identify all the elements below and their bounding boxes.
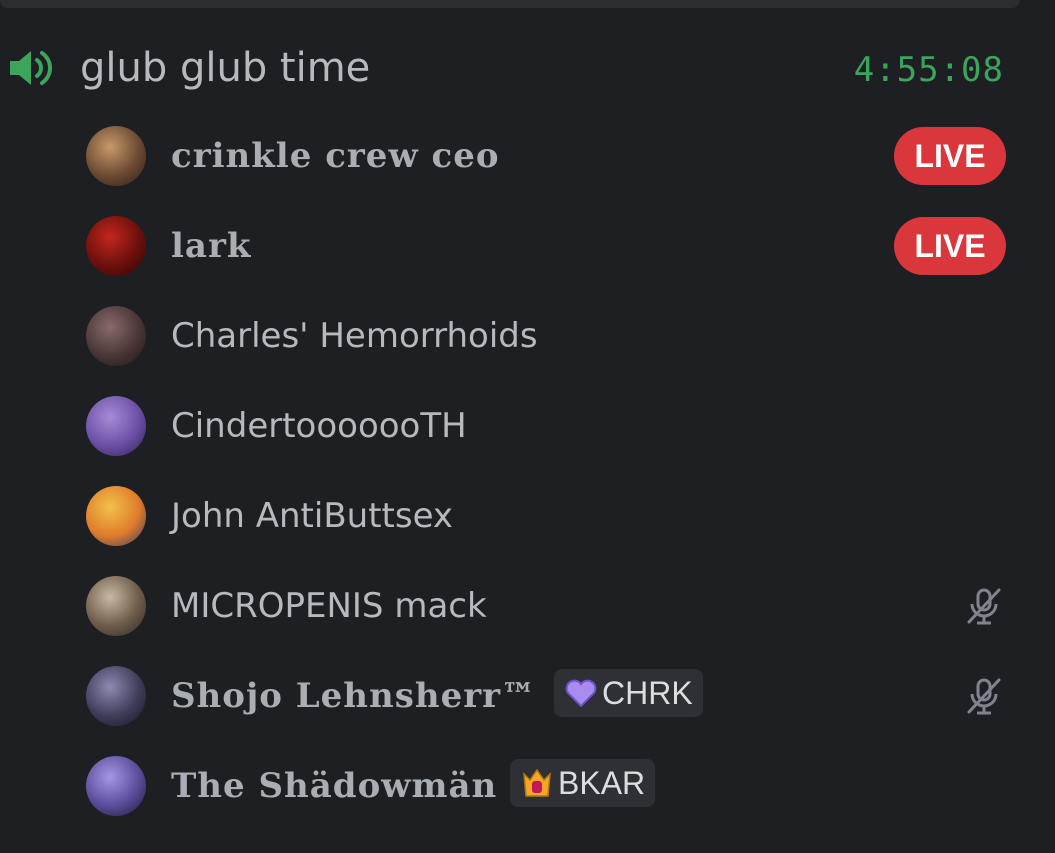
- guild-tag-label: CHRK: [602, 674, 693, 711]
- member-name: John AntiButtsex: [171, 496, 454, 536]
- member-name: Charles' Hemorrhoids: [171, 316, 538, 356]
- avatar[interactable]: [86, 216, 146, 276]
- mic-muted-icon: [967, 588, 1001, 625]
- live-badge[interactable]: LIVE: [894, 127, 1006, 185]
- avatar[interactable]: [86, 486, 146, 546]
- crown-gem-icon: [523, 768, 551, 797]
- voice-channel-header[interactable]: glub glub time 4:55:08: [0, 38, 1010, 98]
- avatar[interactable]: [86, 756, 146, 816]
- top-panel-edge: [0, 0, 1020, 8]
- speaker-icon: [10, 51, 52, 85]
- channel-name: glub glub time: [80, 45, 371, 91]
- avatar[interactable]: [86, 666, 146, 726]
- member-name: CindertooooooTH: [171, 406, 467, 446]
- guild-tag[interactable]: CHRK: [554, 669, 703, 717]
- avatar[interactable]: [86, 306, 146, 366]
- voice-member-row[interactable]: Charles' Hemorrhoids: [86, 304, 1010, 368]
- voice-member-row[interactable]: crinkle crew ceo LIVE: [86, 124, 1010, 188]
- guild-tag-label: BKAR: [558, 764, 646, 801]
- guild-tag[interactable]: BKAR: [510, 759, 656, 807]
- voice-member-row[interactable]: The Shädowmän BKAR: [86, 754, 1010, 818]
- live-badge[interactable]: LIVE: [894, 217, 1006, 275]
- voice-member-row[interactable]: Shojo Lehnsherr™ CHRK: [86, 664, 1010, 728]
- avatar[interactable]: [86, 396, 146, 456]
- voice-member-row[interactable]: John AntiButtsex: [86, 484, 1010, 548]
- member-name: MICROPENIS mack: [171, 586, 487, 626]
- voice-member-row[interactable]: MICROPENIS mack: [86, 574, 1010, 638]
- purple-heart-icon: [565, 679, 597, 708]
- mic-muted-icon: [967, 678, 1001, 715]
- avatar[interactable]: [86, 126, 146, 186]
- avatar[interactable]: [86, 576, 146, 636]
- call-timer: 4:55:08: [853, 50, 1004, 90]
- member-name: The Shädowmän: [171, 766, 498, 806]
- voice-member-row[interactable]: CindertooooooTH: [86, 394, 1010, 458]
- member-name: crinkle crew ceo: [171, 136, 500, 176]
- member-name: Shojo Lehnsherr™: [171, 676, 537, 716]
- member-name: lark: [171, 226, 252, 266]
- voice-member-row[interactable]: lark LIVE: [86, 214, 1010, 278]
